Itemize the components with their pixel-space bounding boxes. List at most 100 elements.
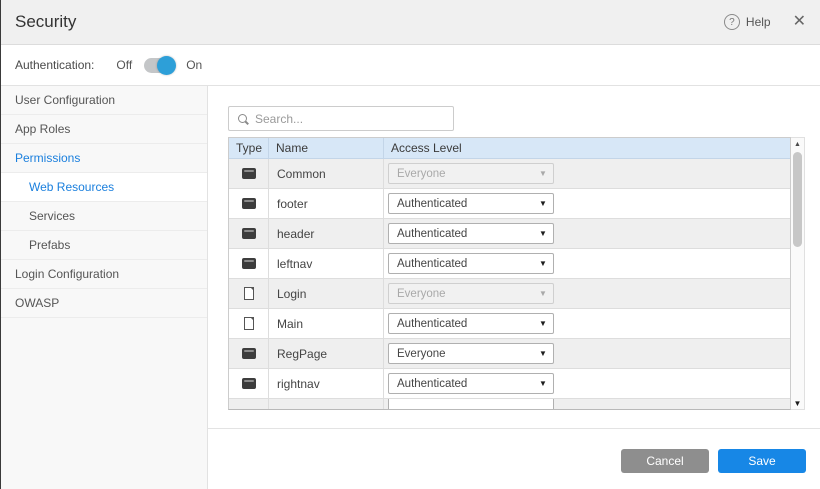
type-cell [229, 309, 269, 338]
access-level-dropdown[interactable]: Authenticated ▼ [388, 253, 554, 274]
type-cell [229, 189, 269, 218]
chevron-down-icon: ▼ [533, 320, 553, 328]
access-level-value: Authenticated [389, 198, 533, 210]
access-cell: Authenticated ▼ [384, 249, 790, 278]
type-cell [229, 219, 269, 248]
access-level-value: Authenticated [389, 258, 533, 270]
access-level-value: Authenticated [389, 378, 533, 390]
sidebar-item-owasp[interactable]: OWASP [1, 289, 207, 318]
access-cell: Everyone ▼ [384, 159, 790, 188]
widget-icon [242, 378, 256, 389]
column-header-access-level: Access Level [384, 138, 790, 158]
chevron-down-icon: ▼ [533, 380, 553, 388]
chevron-down-icon: ▼ [533, 350, 553, 358]
table-header-row: Type Name Access Level [229, 138, 790, 159]
widget-icon [242, 348, 256, 359]
authentication-bar: Authentication: Off On [1, 45, 820, 86]
resource-name: leftnav [269, 249, 384, 278]
access-level-value: Everyone [389, 348, 533, 360]
sidebar-item-web-resources[interactable]: Web Resources [1, 173, 207, 202]
type-cell [229, 369, 269, 398]
access-cell: Authenticated ▼ [384, 369, 790, 398]
search-box [228, 106, 454, 131]
security-dialog: Security ? Help ✕ Authentication: Off On… [0, 0, 820, 489]
sidebar-item-prefabs[interactable]: Prefabs [1, 231, 207, 260]
cancel-button[interactable]: Cancel [621, 449, 709, 473]
resource-name: footer [269, 189, 384, 218]
chevron-down-icon: ▼ [533, 290, 553, 298]
scrollbar-thumb[interactable] [793, 152, 802, 247]
vertical-scrollbar[interactable]: ▲ ▼ [791, 137, 805, 410]
page-title: Security [15, 12, 76, 32]
scroll-up-icon[interactable]: ▲ [791, 138, 804, 150]
access-cell: Everyone ▼ [384, 339, 790, 368]
access-cell: Authenticated ▼ [384, 309, 790, 338]
table-row: leftnav Authenticated ▼ [229, 249, 790, 279]
access-cell: Everyone ▼ [384, 279, 790, 308]
sidebar-item-app-roles[interactable]: App Roles [1, 115, 207, 144]
chevron-down-icon: ▼ [533, 170, 553, 178]
column-header-type: Type [229, 138, 269, 158]
table-row: footer Authenticated ▼ [229, 189, 790, 219]
table-row: header Authenticated ▼ [229, 219, 790, 249]
resource-name: rightnav [269, 369, 384, 398]
table-row: RegPage Everyone ▼ [229, 339, 790, 369]
type-cell [229, 339, 269, 368]
chevron-down-icon: ▼ [533, 200, 553, 208]
sidebar: User Configuration App Roles Permissions… [1, 86, 208, 489]
chevron-down-icon: ▼ [533, 230, 553, 238]
access-level-value: Authenticated [389, 228, 533, 240]
access-level-dropdown[interactable]: Everyone ▼ [388, 343, 554, 364]
resource-name: Login [269, 279, 384, 308]
sidebar-item-permissions[interactable]: Permissions [1, 144, 207, 173]
search-icon [237, 113, 249, 125]
toggle-knob [157, 56, 176, 75]
save-button[interactable]: Save [718, 449, 806, 473]
type-cell [229, 159, 269, 188]
footer-divider [208, 428, 820, 429]
chevron-down-icon: ▼ [533, 260, 553, 268]
scroll-down-icon[interactable]: ▼ [791, 397, 804, 409]
widget-icon [242, 228, 256, 239]
column-header-name: Name [269, 138, 384, 158]
access-level-dropdown[interactable]: Authenticated ▼ [388, 373, 554, 394]
table-row: Login Everyone ▼ [229, 279, 790, 309]
page-icon [244, 317, 254, 330]
help-link[interactable]: Help [746, 15, 771, 29]
table-row: Common Everyone ▼ [229, 159, 790, 189]
access-level-value: Everyone [389, 168, 533, 180]
access-level-value: Everyone [389, 288, 533, 300]
access-level-dropdown[interactable]: Authenticated ▼ [388, 223, 554, 244]
widget-icon [242, 168, 256, 179]
help-icon[interactable]: ? [724, 14, 740, 30]
table-row: rightnav Authenticated ▼ [229, 369, 790, 399]
search-input[interactable] [255, 112, 445, 126]
resource-name: Common [269, 159, 384, 188]
access-cell: Authenticated ▼ [384, 219, 790, 248]
dialog-header: Security ? Help ✕ [1, 0, 820, 45]
sidebar-item-login-configuration[interactable]: Login Configuration [1, 260, 207, 289]
permissions-table: Type Name Access Level Common Everyone ▼… [228, 137, 791, 410]
toggle-on-label: On [186, 58, 202, 72]
access-level-dropdown[interactable]: Authenticated ▼ [388, 313, 554, 334]
page-icon [244, 287, 254, 300]
table-row-partial [229, 399, 790, 410]
type-cell [229, 279, 269, 308]
main-content: Type Name Access Level Common Everyone ▼… [208, 86, 820, 489]
access-cell: Authenticated ▼ [384, 189, 790, 218]
sidebar-item-services[interactable]: Services [1, 202, 207, 231]
table-row: Main Authenticated ▼ [229, 309, 790, 339]
access-level-dropdown[interactable]: Everyone ▼ [388, 283, 554, 304]
resource-name: Main [269, 309, 384, 338]
access-level-value: Authenticated [389, 318, 533, 330]
widget-icon [242, 198, 256, 209]
table-body: Common Everyone ▼ footer Authenticated ▼… [229, 159, 790, 399]
access-level-dropdown[interactable] [388, 399, 554, 410]
resource-name: RegPage [269, 339, 384, 368]
close-icon[interactable]: ✕ [793, 14, 806, 30]
access-level-dropdown[interactable]: Everyone ▼ [388, 163, 554, 184]
authentication-label: Authentication: [15, 58, 94, 72]
sidebar-item-user-configuration[interactable]: User Configuration [1, 86, 207, 115]
authentication-toggle[interactable] [144, 58, 174, 73]
access-level-dropdown[interactable]: Authenticated ▼ [388, 193, 554, 214]
